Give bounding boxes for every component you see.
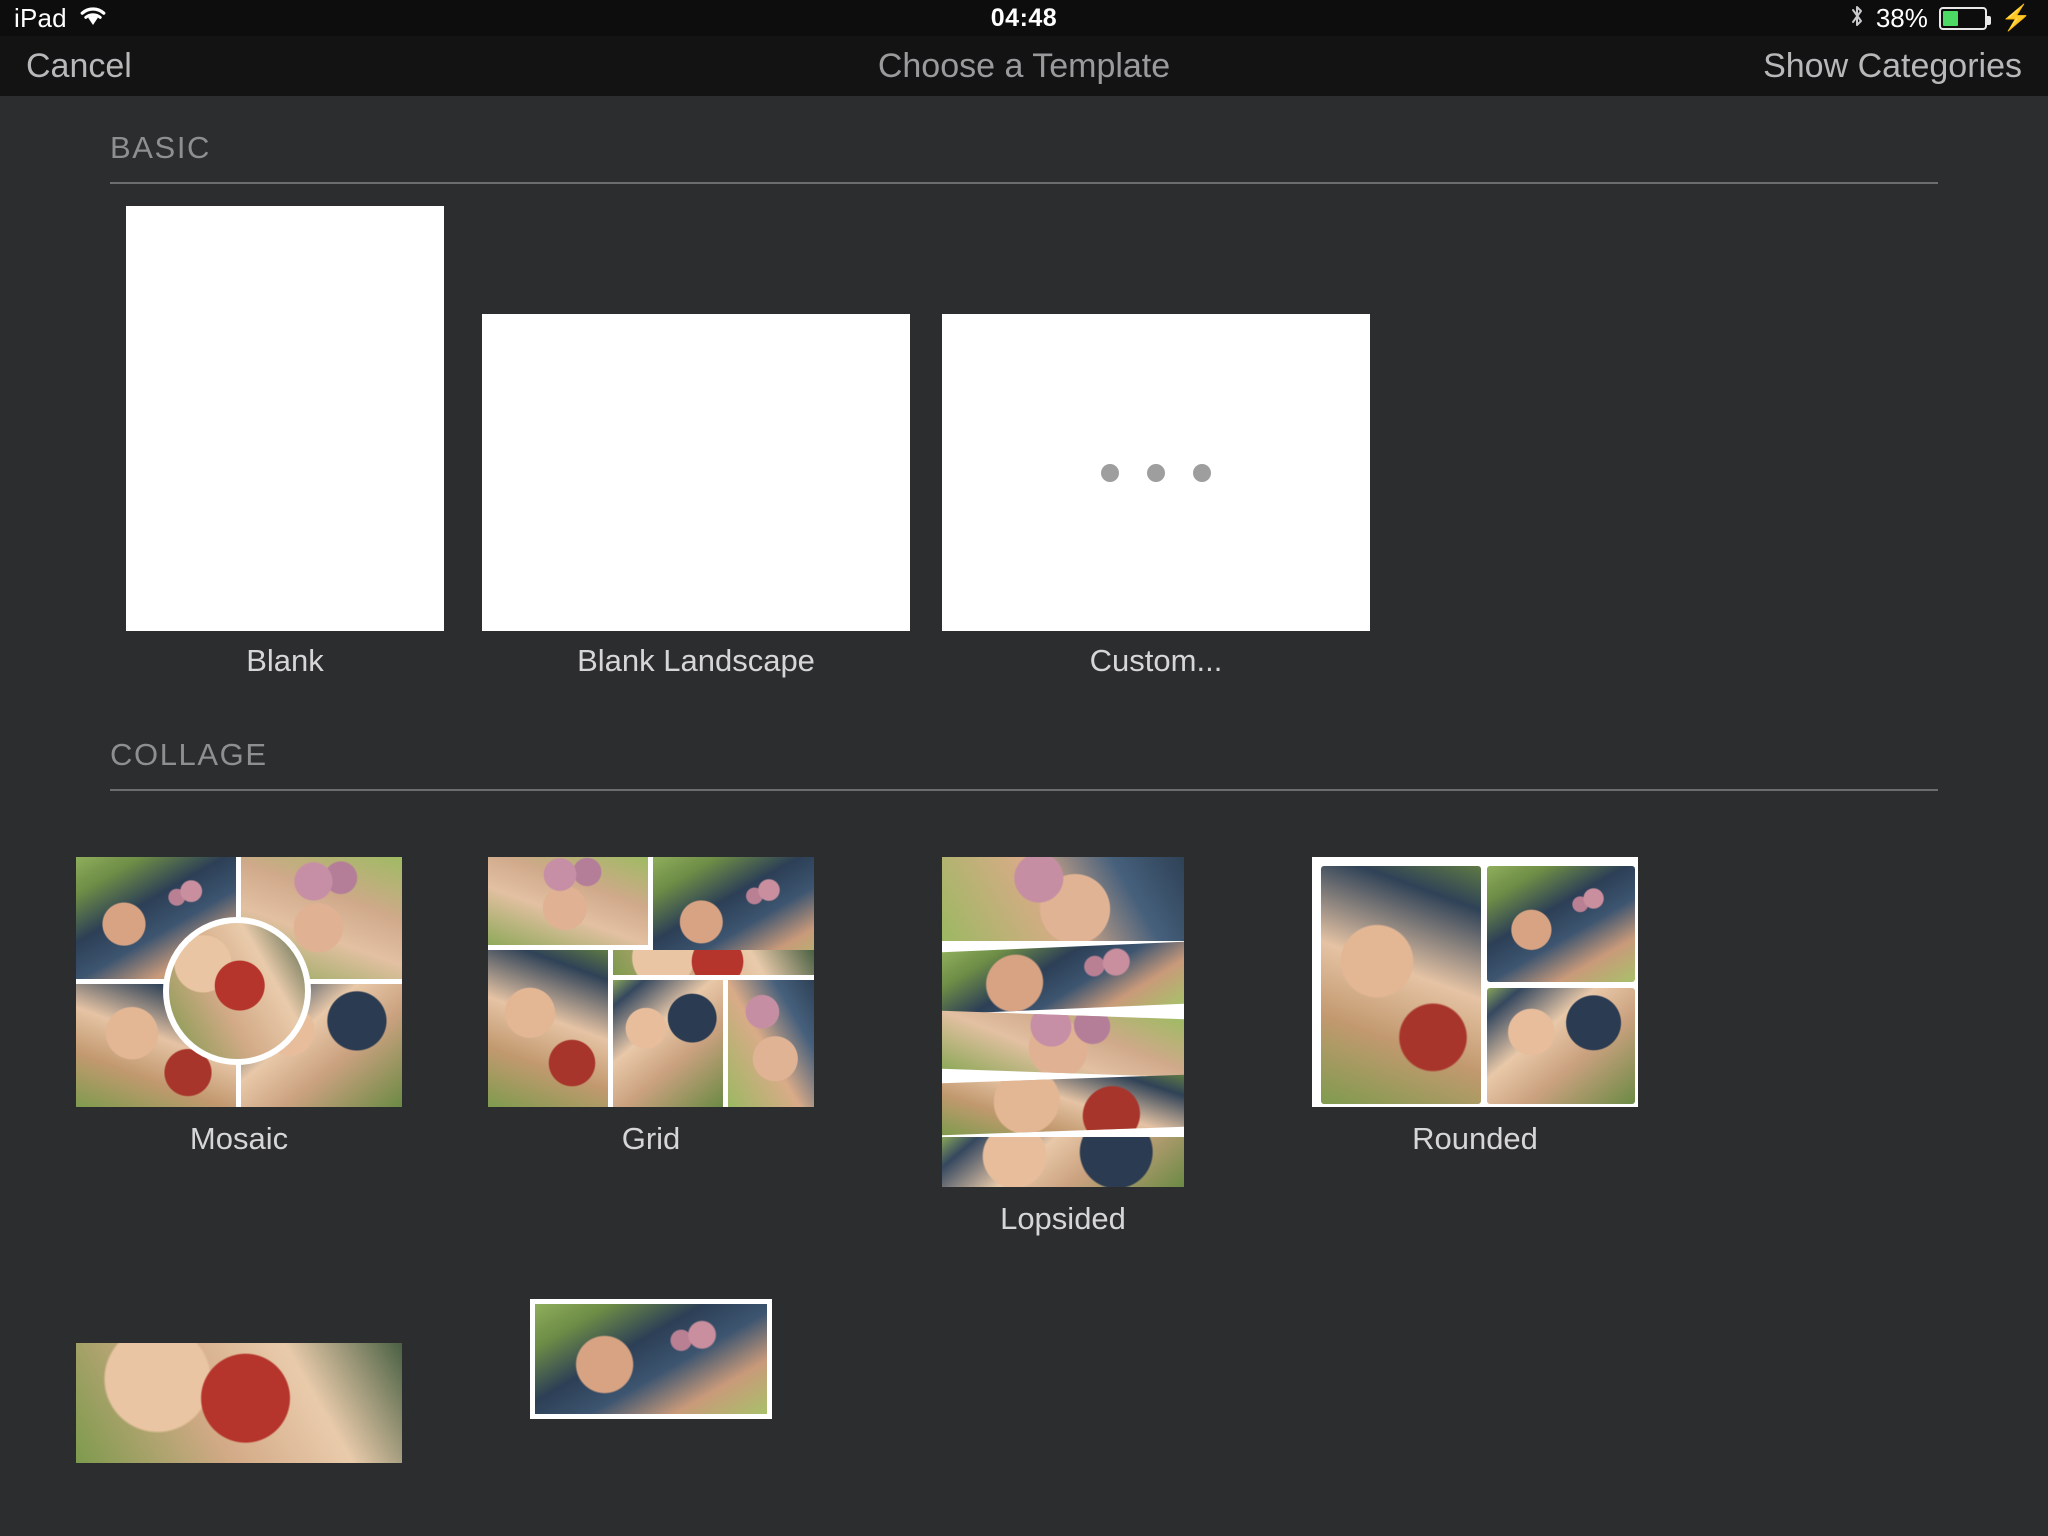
status-bar-right: 38% ⚡ — [1849, 3, 2032, 34]
collage-template-row: Mosaic Grid Lopsided Rounded — [0, 857, 2048, 1237]
template-label-blank-landscape: Blank Landscape — [577, 643, 815, 678]
section-divider-basic — [110, 182, 1938, 184]
navigation-bar: Cancel Choose a Template Show Categories — [0, 36, 2048, 96]
template-slot-partial-center — [462, 1299, 840, 1463]
template-blank-landscape[interactable]: Blank Landscape — [482, 314, 910, 679]
template-label-lopsided: Lopsided — [1000, 1201, 1126, 1236]
template-blank[interactable]: Blank — [126, 206, 444, 679]
section-header-basic: BASIC — [110, 96, 1938, 184]
template-thumbnail-mosaic[interactable] — [76, 857, 402, 1107]
template-thumbnail-blank-landscape[interactable] — [482, 314, 910, 631]
show-categories-button[interactable]: Show Categories — [1763, 47, 2022, 86]
template-list[interactable]: BASIC Blank Blank Landscape Custom... CO… — [0, 96, 2048, 1536]
template-slot-partial-right-a — [874, 1299, 1252, 1463]
ellipsis-icon — [1101, 463, 1211, 482]
template-thumbnail-lopsided[interactable] — [942, 857, 1184, 1187]
template-label-rounded: Rounded — [1412, 1121, 1538, 1156]
template-slot-mosaic: Mosaic — [50, 857, 428, 1237]
template-label-mosaic: Mosaic — [189, 1121, 289, 1156]
template-label-grid: Grid — [621, 1121, 681, 1156]
battery-percent: 38% — [1875, 2, 1928, 33]
lightning-bolt-icon: ⚡ — [2000, 3, 2032, 32]
template-thumbnail-grid[interactable] — [488, 857, 814, 1107]
template-slot-lopsided: Lopsided — [874, 857, 1252, 1237]
template-slot-partial-left — [50, 1299, 428, 1463]
basic-template-row: Blank Blank Landscape Custom... — [0, 206, 2048, 679]
battery-icon — [1938, 6, 1991, 30]
status-bar-clock: 04:48 — [990, 3, 1058, 32]
battery-fill — [1942, 10, 1959, 26]
template-slot-custom: Custom... — [926, 314, 1386, 679]
bluetooth-icon — [1849, 3, 1865, 34]
section-divider-collage — [110, 789, 1938, 791]
section-title-basic: BASIC — [110, 130, 212, 165]
template-slot-partial-right-b — [1286, 1299, 1664, 1463]
template-thumbnail-blank[interactable] — [126, 206, 444, 631]
template-slot-grid: Grid — [462, 857, 840, 1237]
template-slot-rounded: Rounded — [1286, 857, 1664, 1237]
page-title: Choose a Template — [877, 46, 1171, 85]
status-bar: iPad 04:48 38% ⚡ — [0, 0, 2048, 36]
section-header-collage: COLLAGE — [110, 679, 1938, 791]
section-title-collage: COLLAGE — [110, 737, 268, 772]
template-custom[interactable]: Custom... — [942, 314, 1370, 679]
template-slot-blank-landscape: Blank Landscape — [466, 314, 926, 679]
template-thumbnail-partial-left[interactable] — [76, 1343, 402, 1463]
collage-template-row-partial — [0, 1299, 2048, 1463]
template-thumbnail-partial-center[interactable] — [530, 1299, 772, 1419]
template-label-blank: Blank — [246, 643, 324, 678]
template-label-custom: Custom... — [1089, 643, 1223, 678]
template-slot-blank: Blank — [126, 206, 466, 679]
template-thumbnail-rounded[interactable] — [1312, 857, 1638, 1107]
template-thumbnail-custom[interactable] — [942, 314, 1370, 631]
